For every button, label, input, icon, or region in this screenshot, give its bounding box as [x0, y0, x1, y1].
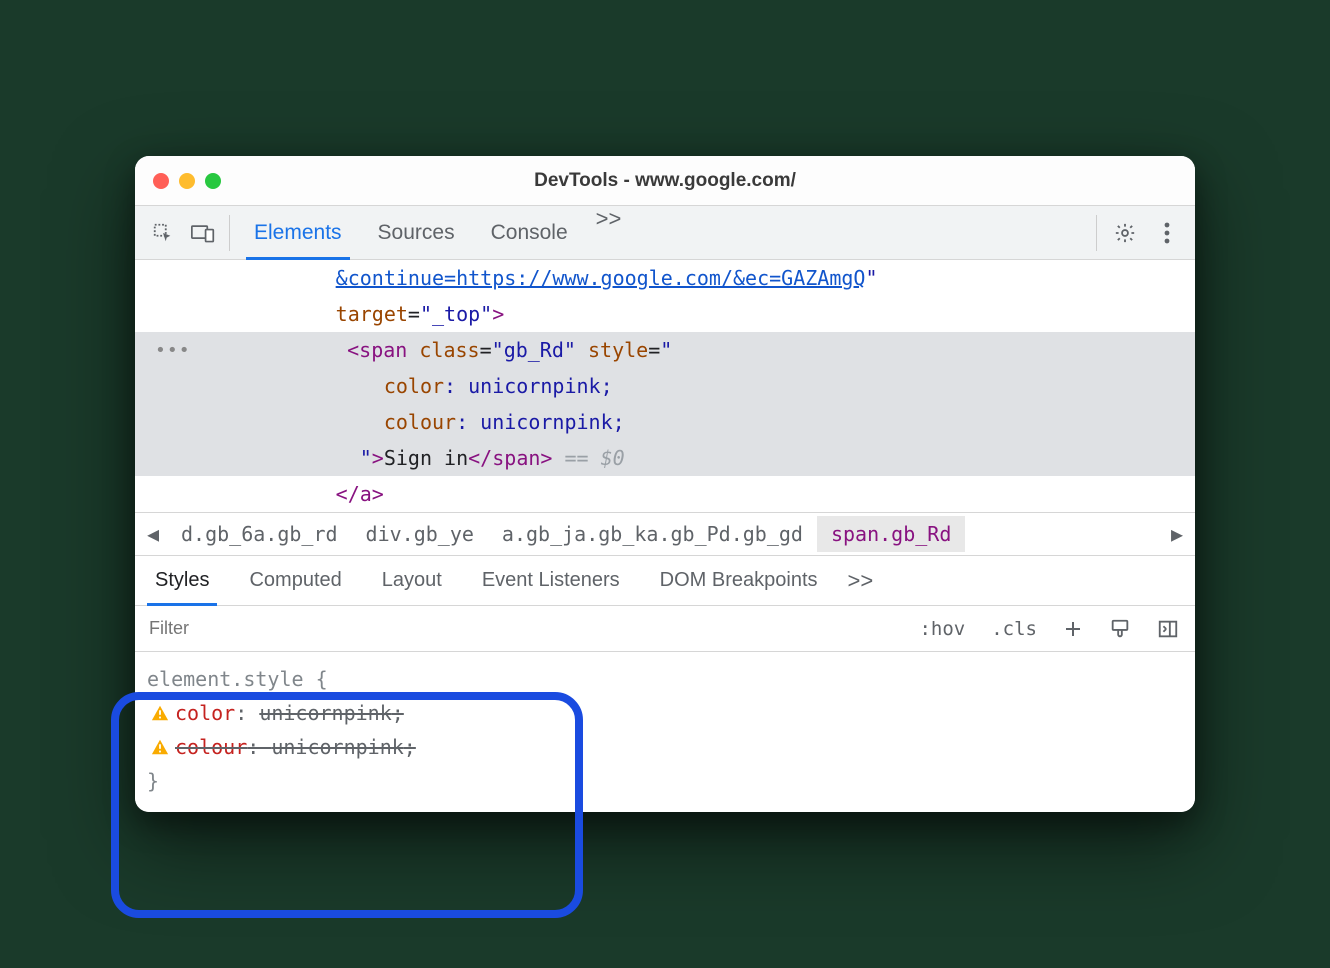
css-property-value: unicornpink — [271, 735, 403, 759]
expand-ellipsis-icon[interactable]: ••• — [155, 335, 191, 367]
minimize-window-button[interactable] — [179, 173, 195, 189]
toolbar-right — [1090, 213, 1187, 253]
rule-close-brace: } — [147, 764, 1183, 798]
devtools-window: DevTools - www.google.com/ Elements Sour… — [135, 156, 1195, 812]
dom-selected-node[interactable]: ••• <span class="gb_Rd" style=" color: u… — [135, 332, 1195, 476]
main-toolbar: Elements Sources Console >> — [135, 206, 1195, 260]
rule-selector: element.style { — [147, 662, 1183, 696]
kebab-menu-icon[interactable] — [1147, 213, 1187, 253]
dom-line[interactable]: target="_top"> — [135, 296, 1195, 332]
css-property-name: colour — [175, 735, 247, 759]
subtab-layout[interactable]: Layout — [362, 556, 462, 605]
css-property-name: color — [175, 701, 235, 725]
cls-toggle-button[interactable]: .cls — [983, 614, 1045, 644]
styles-toolbar: :hov .cls — [135, 606, 1195, 652]
breadcrumb-item-selected[interactable]: span.gb_Rd — [817, 516, 965, 552]
warning-icon — [151, 704, 169, 722]
dom-url-fragment: &continue=https://www.google.com/&ec=GAZ… — [336, 266, 866, 290]
breadcrumb-item[interactable]: d.gb_6a.gb_rd — [167, 516, 352, 552]
tab-elements[interactable]: Elements — [236, 206, 360, 259]
dom-breadcrumb: ◀ d.gb_6a.gb_rd div.gb_ye a.gb_ja.gb_ka.… — [135, 512, 1195, 556]
computed-sidebar-toggle-icon[interactable] — [1149, 614, 1187, 644]
toolbar-divider — [1096, 215, 1097, 251]
device-toggle-icon[interactable] — [183, 213, 223, 253]
styles-filter-input[interactable] — [143, 614, 911, 643]
css-declaration[interactable]: colour: unicornpink; — [147, 730, 1183, 764]
close-window-button[interactable] — [153, 173, 169, 189]
breadcrumb-left-icon[interactable]: ◀ — [139, 522, 167, 546]
panel-tabs: Elements Sources Console >> — [236, 206, 1090, 259]
styles-actions: :hov .cls — [911, 614, 1187, 644]
breadcrumb-item[interactable]: div.gb_ye — [352, 516, 488, 552]
more-tabs-icon[interactable]: >> — [586, 206, 632, 259]
subtab-event-listeners[interactable]: Event Listeners — [462, 556, 640, 605]
breadcrumb-item[interactable]: a.gb_ja.gb_ka.gb_Pd.gb_gd — [488, 516, 817, 552]
window-controls — [153, 173, 221, 189]
subtab-dom-breakpoints[interactable]: DOM Breakpoints — [640, 556, 838, 605]
styles-subtabs: Styles Computed Layout Event Listeners D… — [135, 556, 1195, 606]
hov-toggle-button[interactable]: :hov — [911, 614, 973, 644]
subtab-computed[interactable]: Computed — [229, 556, 361, 605]
dom-line[interactable]: &continue=https://www.google.com/&ec=GAZ… — [135, 260, 1195, 296]
warning-icon — [151, 738, 169, 756]
new-style-rule-icon[interactable] — [1055, 615, 1091, 643]
titlebar: DevTools - www.google.com/ — [135, 156, 1195, 206]
toolbar-divider — [229, 215, 230, 251]
breadcrumb-right-icon[interactable]: ▶ — [1163, 522, 1191, 546]
dom-tree[interactable]: &continue=https://www.google.com/&ec=GAZ… — [135, 260, 1195, 512]
css-property-value: unicornpink — [259, 701, 391, 725]
inspect-element-icon[interactable] — [143, 213, 183, 253]
tab-console[interactable]: Console — [473, 206, 586, 259]
css-declaration[interactable]: color: unicornpink; — [147, 696, 1183, 730]
zoom-window-button[interactable] — [205, 173, 221, 189]
more-subtabs-icon[interactable]: >> — [838, 568, 884, 594]
settings-icon[interactable] — [1105, 213, 1145, 253]
subtab-styles[interactable]: Styles — [135, 556, 229, 605]
tab-sources[interactable]: Sources — [360, 206, 473, 259]
window-title: DevTools - www.google.com/ — [135, 170, 1195, 192]
styles-pane[interactable]: element.style { color: unicornpink; colo… — [135, 652, 1195, 812]
paint-brush-icon[interactable] — [1101, 614, 1139, 644]
dom-line[interactable]: </a> — [135, 476, 1195, 512]
